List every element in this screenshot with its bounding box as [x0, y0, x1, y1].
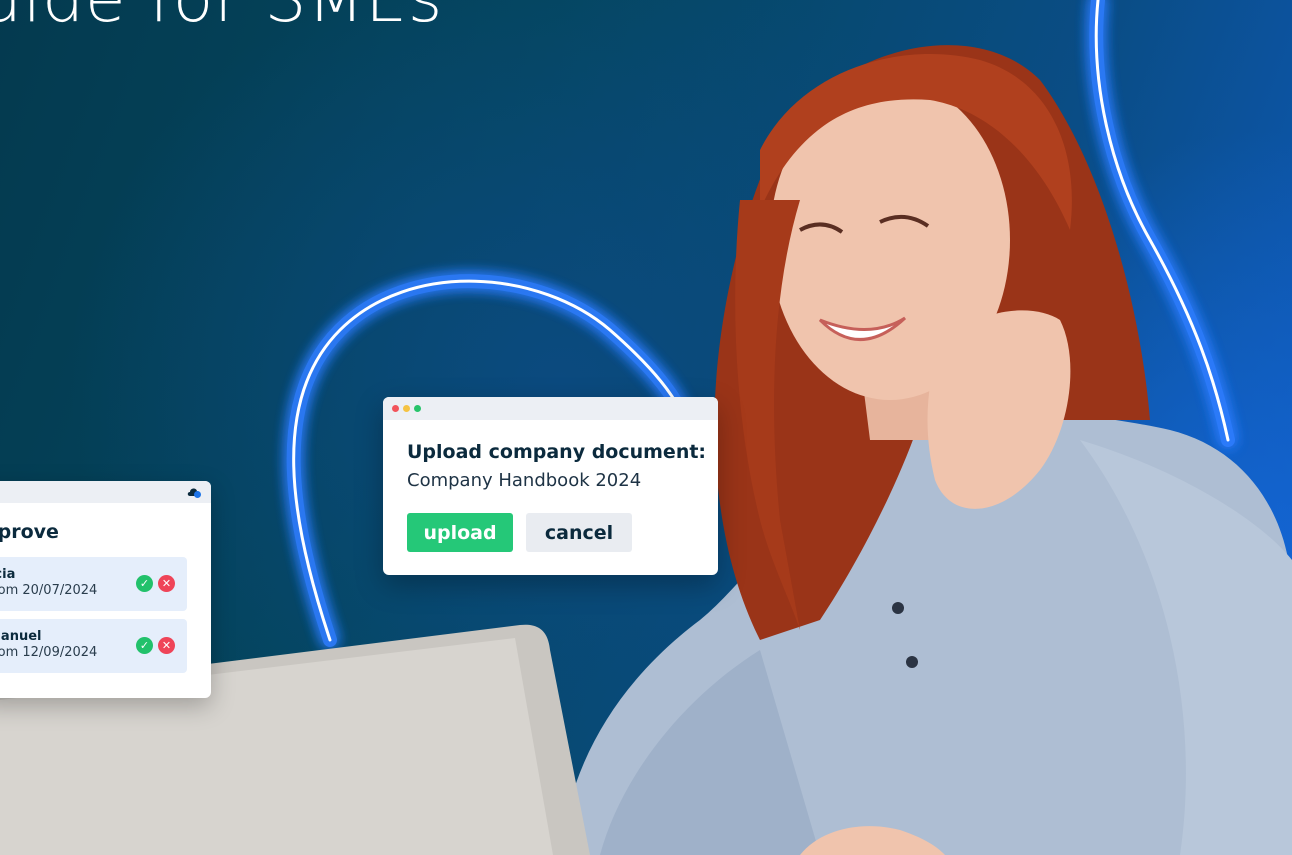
upload-card-title: Upload company document:	[407, 441, 707, 463]
window-maximize-dot[interactable]	[414, 405, 421, 412]
request-row: Manuel from 12/09/2024 ✓ ✕	[0, 619, 187, 673]
request-row: rcia from 20/07/2024 ✓ ✕	[0, 557, 187, 611]
cancel-button[interactable]: cancel	[526, 513, 632, 552]
upload-document-card: Upload company document: Company Handboo…	[383, 397, 718, 575]
cloud-icon	[187, 488, 201, 498]
hero-banner: uide for SMEs	[0, 0, 1292, 855]
upload-card-titlebar	[383, 397, 718, 420]
request-name: Manuel	[0, 629, 42, 644]
window-close-dot[interactable]	[392, 405, 399, 412]
check-circle-icon[interactable]: ✓	[136, 575, 153, 592]
window-minimize-dot[interactable]	[403, 405, 410, 412]
check-circle-icon[interactable]: ✓	[136, 637, 153, 654]
approve-card-title: pprove	[0, 521, 59, 543]
request-detail: from 20/07/2024	[0, 583, 98, 598]
approve-card-titlebar	[0, 481, 211, 503]
x-circle-icon[interactable]: ✕	[158, 637, 175, 654]
upload-button[interactable]: upload	[407, 513, 513, 552]
request-detail: from 12/09/2024	[0, 645, 98, 660]
upload-document-name: Company Handbook 2024	[407, 470, 642, 491]
request-name: rcia	[0, 567, 16, 582]
x-circle-icon[interactable]: ✕	[158, 575, 175, 592]
approve-requests-card: pprove rcia from 20/07/2024 ✓ ✕ Manuel f…	[0, 481, 211, 698]
